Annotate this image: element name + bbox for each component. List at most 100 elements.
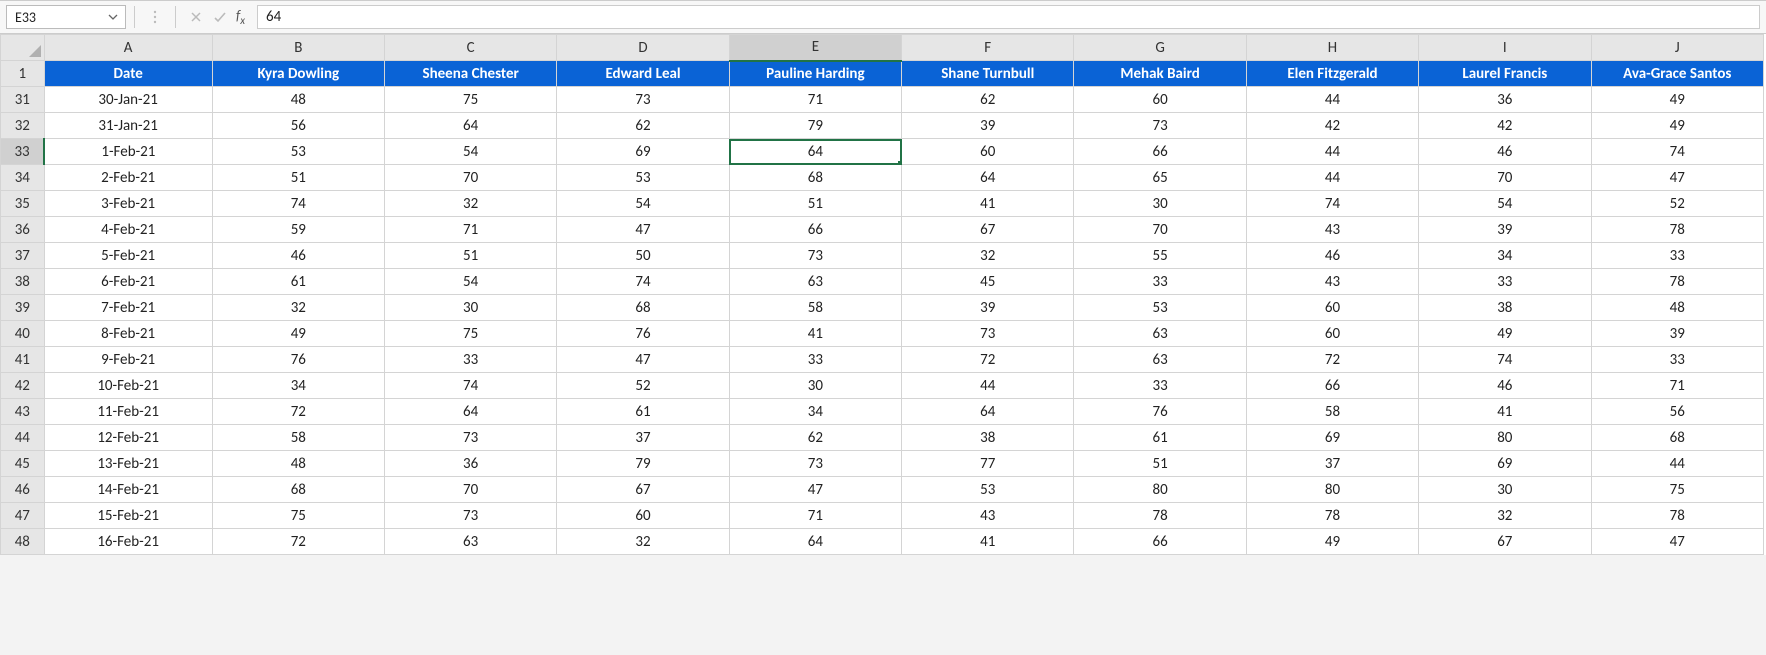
- cell[interactable]: 41: [902, 529, 1074, 555]
- cell[interactable]: 3-Feb-21: [44, 191, 212, 217]
- cell[interactable]: 64: [384, 113, 556, 139]
- cell[interactable]: 41: [729, 321, 901, 347]
- cell[interactable]: 12-Feb-21: [44, 425, 212, 451]
- cell[interactable]: 33: [1074, 269, 1246, 295]
- cell[interactable]: 67: [557, 477, 729, 503]
- row-header[interactable]: 42: [1, 373, 45, 399]
- cell[interactable]: 62: [902, 87, 1074, 113]
- cell[interactable]: 32: [902, 243, 1074, 269]
- row-header[interactable]: 32: [1, 113, 45, 139]
- cell[interactable]: 71: [729, 503, 901, 529]
- cell[interactable]: 69: [1246, 425, 1418, 451]
- cell[interactable]: 74: [1246, 191, 1418, 217]
- formula-input[interactable]: 64: [257, 5, 1760, 29]
- cell[interactable]: 53: [1074, 295, 1246, 321]
- cell[interactable]: 11-Feb-21: [44, 399, 212, 425]
- cell[interactable]: 75: [212, 503, 384, 529]
- enter-icon[interactable]: [208, 6, 232, 28]
- cell[interactable]: 54: [1419, 191, 1591, 217]
- cell[interactable]: 78: [1246, 503, 1418, 529]
- cell[interactable]: 68: [729, 165, 901, 191]
- cell[interactable]: 47: [1591, 165, 1764, 191]
- cell[interactable]: 66: [1074, 139, 1246, 165]
- row-header[interactable]: 1: [1, 61, 45, 87]
- cell[interactable]: 32: [212, 295, 384, 321]
- cell[interactable]: 51: [729, 191, 901, 217]
- cell[interactable]: 46: [212, 243, 384, 269]
- row-header[interactable]: 44: [1, 425, 45, 451]
- cell[interactable]: 76: [557, 321, 729, 347]
- cell[interactable]: 48: [212, 87, 384, 113]
- cell[interactable]: 46: [1419, 373, 1591, 399]
- cell[interactable]: 52: [1591, 191, 1764, 217]
- cell[interactable]: 2-Feb-21: [44, 165, 212, 191]
- row-header[interactable]: 36: [1, 217, 45, 243]
- row-header[interactable]: 34: [1, 165, 45, 191]
- cell[interactable]: 54: [384, 139, 556, 165]
- cell[interactable]: 70: [384, 165, 556, 191]
- cell[interactable]: 4-Feb-21: [44, 217, 212, 243]
- row-header[interactable]: 37: [1, 243, 45, 269]
- spreadsheet-grid[interactable]: ABCDEFGHIJ1DateKyra DowlingSheena Cheste…: [0, 34, 1766, 555]
- column-header[interactable]: F: [902, 35, 1074, 61]
- cell[interactable]: 47: [729, 477, 901, 503]
- cell[interactable]: 15-Feb-21: [44, 503, 212, 529]
- cell[interactable]: 72: [212, 399, 384, 425]
- cell[interactable]: 60: [1246, 321, 1418, 347]
- row-header[interactable]: 35: [1, 191, 45, 217]
- active-cell[interactable]: 64: [729, 139, 901, 165]
- row-header[interactable]: 31: [1, 87, 45, 113]
- cell[interactable]: 73: [384, 425, 556, 451]
- row-header[interactable]: 38: [1, 269, 45, 295]
- cell[interactable]: 64: [729, 529, 901, 555]
- cell[interactable]: 73: [1074, 113, 1246, 139]
- cell[interactable]: 63: [729, 269, 901, 295]
- table-header-cell[interactable]: Pauline Harding: [729, 61, 901, 87]
- cell[interactable]: 53: [902, 477, 1074, 503]
- cell[interactable]: 73: [902, 321, 1074, 347]
- cell[interactable]: 30: [1074, 191, 1246, 217]
- cell[interactable]: 79: [557, 451, 729, 477]
- cell[interactable]: 39: [902, 113, 1074, 139]
- cell[interactable]: 51: [212, 165, 384, 191]
- cell[interactable]: 38: [902, 425, 1074, 451]
- cell[interactable]: 47: [557, 347, 729, 373]
- cell[interactable]: 1-Feb-21: [44, 139, 212, 165]
- row-header[interactable]: 48: [1, 529, 45, 555]
- cell[interactable]: 49: [212, 321, 384, 347]
- cell[interactable]: 39: [902, 295, 1074, 321]
- cell[interactable]: 33: [1591, 243, 1764, 269]
- cell[interactable]: 42: [1246, 113, 1418, 139]
- cell[interactable]: 60: [1246, 295, 1418, 321]
- cancel-icon[interactable]: [184, 6, 208, 28]
- cell[interactable]: 44: [902, 373, 1074, 399]
- cell[interactable]: 74: [384, 373, 556, 399]
- column-header[interactable]: G: [1074, 35, 1246, 61]
- cell[interactable]: 63: [1074, 347, 1246, 373]
- cell[interactable]: 70: [384, 477, 556, 503]
- cell[interactable]: 30: [729, 373, 901, 399]
- table-header-cell[interactable]: Date: [44, 61, 212, 87]
- table-header-cell[interactable]: Mehak Baird: [1074, 61, 1246, 87]
- fx-icon[interactable]: fx: [236, 7, 245, 27]
- cell[interactable]: 54: [384, 269, 556, 295]
- cell[interactable]: 58: [729, 295, 901, 321]
- cell[interactable]: 13-Feb-21: [44, 451, 212, 477]
- cell[interactable]: 76: [212, 347, 384, 373]
- cell[interactable]: 72: [902, 347, 1074, 373]
- cell[interactable]: 16-Feb-21: [44, 529, 212, 555]
- column-header[interactable]: D: [557, 35, 729, 61]
- cell[interactable]: 64: [902, 165, 1074, 191]
- cell[interactable]: 70: [1074, 217, 1246, 243]
- row-header[interactable]: 41: [1, 347, 45, 373]
- cell[interactable]: 63: [384, 529, 556, 555]
- cell[interactable]: 48: [212, 451, 384, 477]
- cell[interactable]: 38: [1419, 295, 1591, 321]
- cell[interactable]: 30: [1419, 477, 1591, 503]
- cell[interactable]: 34: [212, 373, 384, 399]
- cell[interactable]: 60: [902, 139, 1074, 165]
- cell[interactable]: 30-Jan-21: [44, 87, 212, 113]
- cell[interactable]: 62: [557, 113, 729, 139]
- cell[interactable]: 51: [384, 243, 556, 269]
- cell[interactable]: 31-Jan-21: [44, 113, 212, 139]
